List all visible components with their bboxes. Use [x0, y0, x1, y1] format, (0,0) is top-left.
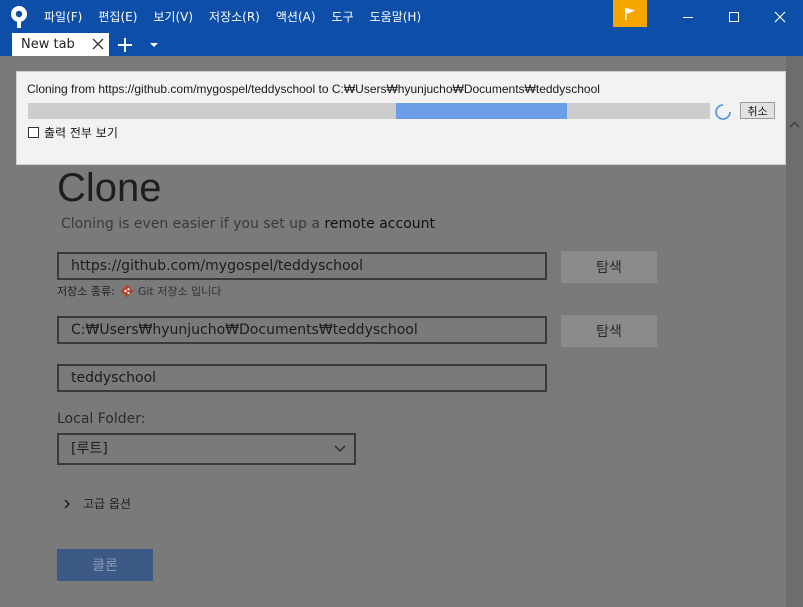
repo-type-label: 저장소 종류:	[57, 285, 115, 298]
maximize-icon	[729, 11, 739, 22]
destination-path-input[interactable]: C:₩Users₩hyunjucho₩Documents₩teddyschool	[57, 316, 547, 344]
tab-list-dropdown-icon[interactable]	[149, 41, 159, 49]
local-folder-value: [루트]	[71, 441, 108, 457]
progress-message: Cloning from https://github.com/mygospel…	[27, 82, 600, 96]
progress-bar-fill	[396, 103, 567, 119]
subtitle-text: Cloning is even easier if you set up a	[61, 216, 325, 232]
browse-destination-button[interactable]: 탐색	[561, 315, 657, 347]
tab-bar: New tab	[0, 33, 803, 56]
sourcetree-logo-icon	[11, 6, 27, 28]
maximize-button[interactable]	[711, 0, 757, 33]
spinner-icon	[715, 104, 731, 120]
clone-progress-dialog: Cloning from https://github.com/mygospel…	[16, 71, 786, 165]
clone-button[interactable]: 클론	[57, 549, 153, 581]
tab-label: New tab	[21, 37, 75, 52]
tab-close-icon[interactable]	[92, 38, 104, 50]
menu-bar: 파일(F) 편집(E) 보기(V) 저장소(R) 액션(A) 도구 도움말(H)	[36, 0, 429, 33]
progress-bar	[28, 103, 710, 119]
minimize-icon	[683, 16, 693, 18]
tab-new-tab[interactable]: New tab	[12, 33, 109, 56]
cancel-button[interactable]: 취소	[740, 102, 775, 119]
page-subtitle: Cloning is even easier if you set up a r…	[61, 216, 435, 232]
show-output-label: 출력 전부 보기	[44, 126, 118, 140]
local-folder-label: Local Folder:	[57, 411, 146, 427]
chevron-down-icon	[334, 445, 346, 452]
source-url-input[interactable]: https://github.com/mygospel/teddyschool	[57, 252, 547, 280]
scroll-up-icon[interactable]	[786, 118, 803, 132]
menu-actions[interactable]: 액션(A)	[268, 8, 324, 25]
close-icon	[774, 11, 786, 22]
repo-type-row: 저장소 종류: Git 저장소 입니다	[57, 283, 221, 299]
name-input[interactable]: teddyschool	[57, 364, 547, 392]
local-folder-select[interactable]: [루트]	[57, 433, 356, 465]
scrollbar[interactable]	[786, 56, 803, 607]
remote-account-link[interactable]: remote account	[324, 216, 435, 232]
git-icon	[120, 284, 134, 298]
advanced-options-label: 고급 옵션	[83, 497, 131, 511]
show-output-checkbox[interactable]	[28, 127, 39, 138]
repo-type-value: Git 저장소 입니다	[137, 285, 222, 298]
show-output-row[interactable]: 출력 전부 보기	[28, 124, 118, 141]
notification-flag-button[interactable]	[613, 0, 647, 27]
flag-icon	[625, 7, 635, 20]
menu-tools[interactable]: 도구	[324, 8, 362, 25]
menu-view[interactable]: 보기(V)	[145, 8, 201, 25]
menu-repository[interactable]: 저장소(R)	[201, 8, 268, 25]
add-tab-icon[interactable]	[116, 36, 134, 54]
title-bar: 파일(F) 편집(E) 보기(V) 저장소(R) 액션(A) 도구 도움말(H)	[0, 0, 803, 33]
chevron-right-icon	[64, 498, 71, 509]
browse-source-button[interactable]: 탐색	[561, 251, 657, 283]
page-title: Clone	[57, 166, 162, 210]
menu-help[interactable]: 도움말(H)	[362, 8, 430, 25]
minimize-button[interactable]	[665, 0, 711, 33]
close-window-button[interactable]	[757, 0, 803, 33]
advanced-options-toggle[interactable]: 고급 옵션	[63, 495, 131, 512]
menu-edit[interactable]: 편집(E)	[90, 8, 145, 25]
menu-file[interactable]: 파일(F)	[36, 8, 90, 25]
